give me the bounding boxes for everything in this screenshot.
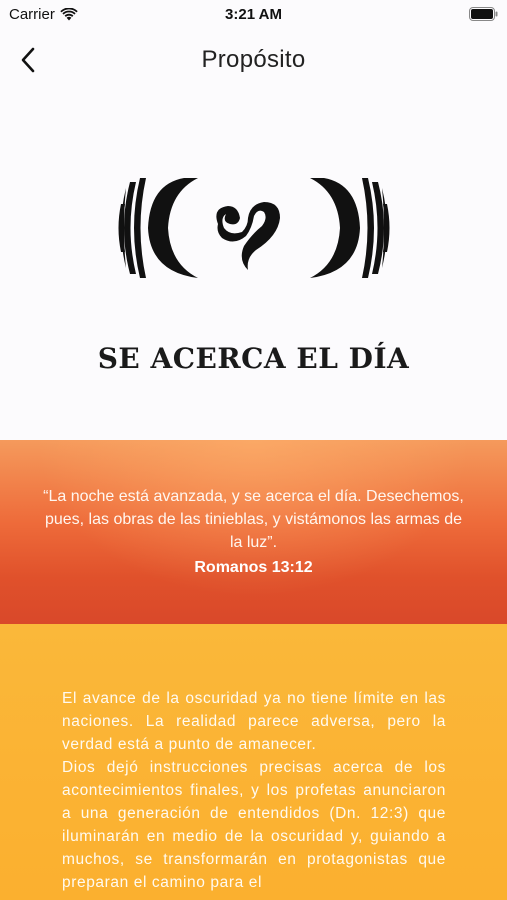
headline: SE ACERCA EL DÍA: [97, 342, 410, 375]
verse-reference: Romanos 13:12: [194, 559, 313, 576]
body-paragraph-2: Dios dejó instrucciones precisas acerca …: [62, 759, 446, 891]
battery-icon: [469, 7, 498, 21]
page-title: Propósito: [201, 46, 306, 73]
verse-quote: “La noche está avanzada, y se acerca el …: [43, 488, 464, 551]
status-time: 3:21 AM: [225, 6, 282, 23]
navigation-bar: Propósito: [0, 30, 507, 90]
verse-banner: “La noche está avanzada, y se acerca el …: [0, 440, 507, 624]
se-acerca-logo-icon: [118, 178, 390, 278]
status-bar: Carrier 3:21 AM: [0, 0, 507, 30]
content-section: El avance de la oscuridad ya no tiene lí…: [0, 624, 507, 900]
body-paragraph-1: El avance de la oscuridad ya no tiene lí…: [62, 690, 446, 753]
body-text: El avance de la oscuridad ya no tiene lí…: [62, 687, 446, 894]
